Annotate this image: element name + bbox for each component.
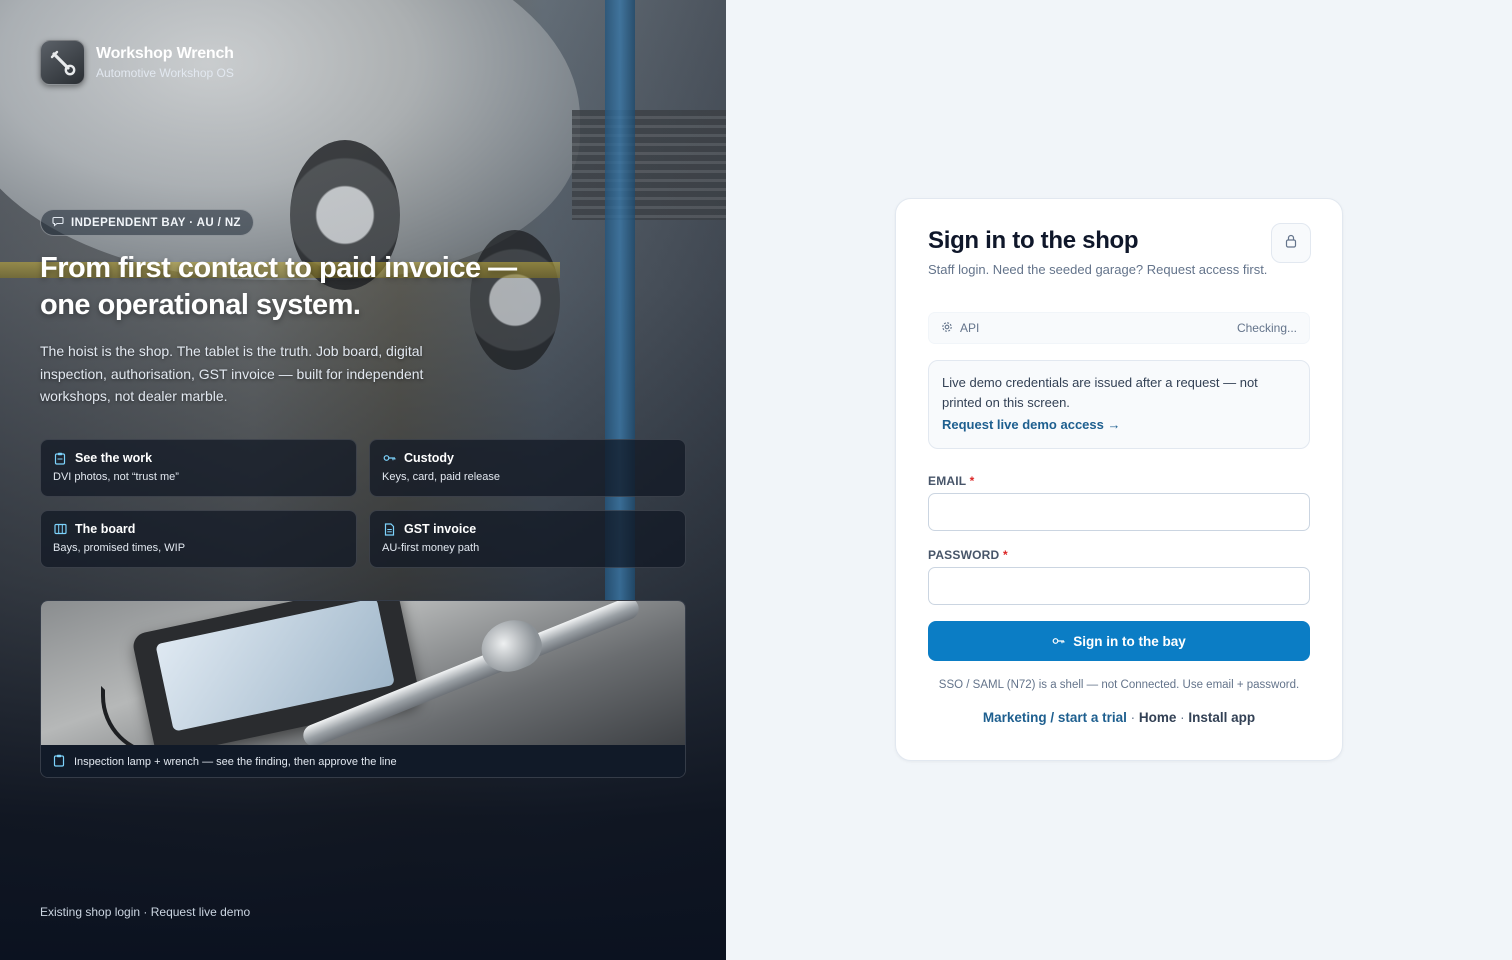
hero-lede: The hoist is the shop. The tablet is the…: [40, 343, 424, 404]
clipboard-icon: [53, 451, 67, 465]
region-pill: INDEPENDENT BAY · AU / NZ: [40, 209, 254, 236]
lock-button[interactable]: [1271, 223, 1311, 263]
signin-subtitle: Staff login. Need the seeded garage? Req…: [928, 262, 1268, 277]
request-demo-link[interactable]: Request live demo: [151, 905, 250, 919]
photo-caption-text: Inspection lamp + wrench — see the findi…: [74, 756, 397, 768]
brand-text: Workshop Wrench Automotive Workshop OS: [96, 45, 234, 80]
sign-in-button-label: Sign in to the bay: [1073, 633, 1186, 649]
email-label-text: EMAIL: [928, 474, 967, 488]
card-footer-links: Marketing / start a trial · Home · Insta…: [928, 710, 1310, 725]
sign-in-button[interactable]: Sign in to the bay: [928, 621, 1310, 661]
required-mark: *: [1002, 548, 1008, 562]
email-label: EMAIL *: [928, 474, 975, 488]
link-separator: ·: [1176, 710, 1189, 725]
lock-icon: [1285, 234, 1297, 253]
key-icon: [1052, 634, 1065, 649]
feature-desc: DVI photos, not “trust me”: [53, 471, 179, 483]
existing-login-link[interactable]: Existing shop login: [40, 905, 140, 919]
inspection-photo: [41, 601, 685, 745]
feature-card-see-the-work: See the work DVI photos, not “trust me”: [40, 439, 357, 497]
feature-desc: AU-first money path: [382, 542, 480, 554]
feature-desc: Keys, card, paid release: [382, 471, 501, 483]
feature-title: GST invoice: [404, 522, 477, 536]
install-app-link[interactable]: Install app: [1188, 710, 1255, 725]
board-icon: [53, 522, 67, 536]
brand-subtitle: Automotive Workshop OS: [96, 66, 234, 80]
hero-footer: Existing shop login · Request live demo: [40, 905, 250, 919]
feature-title: See the work: [75, 451, 153, 465]
footer-separator: ·: [140, 905, 151, 919]
feature-card-custody: Custody Keys, card, paid release: [369, 439, 686, 497]
inspection-photo-card: Inspection lamp + wrench — see the findi…: [40, 600, 686, 778]
notice-text: Live demo credentials are issued after a…: [942, 375, 1258, 410]
demo-credentials-notice: Live demo credentials are issued after a…: [928, 360, 1310, 449]
signin-card: Sign in to the shop Staff login. Need th…: [895, 198, 1343, 761]
key-icon: [382, 451, 396, 465]
photo-caption: Inspection lamp + wrench — see the findi…: [41, 745, 685, 777]
wrench-icon: [40, 40, 85, 85]
api-status: Checking...: [1236, 321, 1297, 335]
password-label-text: PASSWORD: [928, 548, 1000, 562]
clipboard-icon: [53, 754, 65, 770]
document-icon: [382, 522, 396, 536]
feature-title: The board: [75, 522, 136, 536]
cable-illustration: [101, 686, 221, 745]
gear-icon: [941, 321, 953, 336]
request-demo-access-link[interactable]: Request live demo access →: [942, 417, 1120, 432]
password-field[interactable]: [928, 567, 1310, 605]
hero-headline: From first contact to paid invoice — one…: [40, 252, 517, 321]
brand: Workshop Wrench Automotive Workshop OS: [40, 40, 234, 85]
signin-title: Sign in to the shop: [928, 227, 1139, 254]
feature-title: Custody: [404, 451, 454, 465]
feature-grid: See the work DVI photos, not “trust me” …: [40, 439, 686, 568]
chat-bubble-icon: [52, 215, 64, 230]
feature-desc: Bays, promised times, WIP: [53, 542, 186, 554]
marketing-link[interactable]: Marketing / start a trial: [983, 710, 1127, 725]
password-label: PASSWORD *: [928, 548, 1008, 562]
email-field[interactable]: [928, 493, 1310, 531]
api-status-row: API Checking...: [928, 312, 1310, 344]
api-label: API: [960, 321, 980, 335]
feature-card-the-board: The board Bays, promised times, WIP: [40, 510, 357, 568]
region-pill-label: INDEPENDENT BAY · AU / NZ: [71, 216, 241, 229]
brand-name: Workshop Wrench: [96, 45, 234, 62]
sso-note: SSO / SAML (N72) is a shell — not Connec…: [938, 679, 1300, 691]
link-separator: ·: [1126, 710, 1139, 725]
home-link[interactable]: Home: [1139, 710, 1177, 725]
feature-card-gst-invoice: GST invoice AU-first money path: [369, 510, 686, 568]
hero-panel: Workshop Wrench Automotive Workshop OS I…: [0, 0, 726, 960]
hero-roller-door: [572, 110, 726, 220]
required-mark: *: [969, 474, 975, 488]
